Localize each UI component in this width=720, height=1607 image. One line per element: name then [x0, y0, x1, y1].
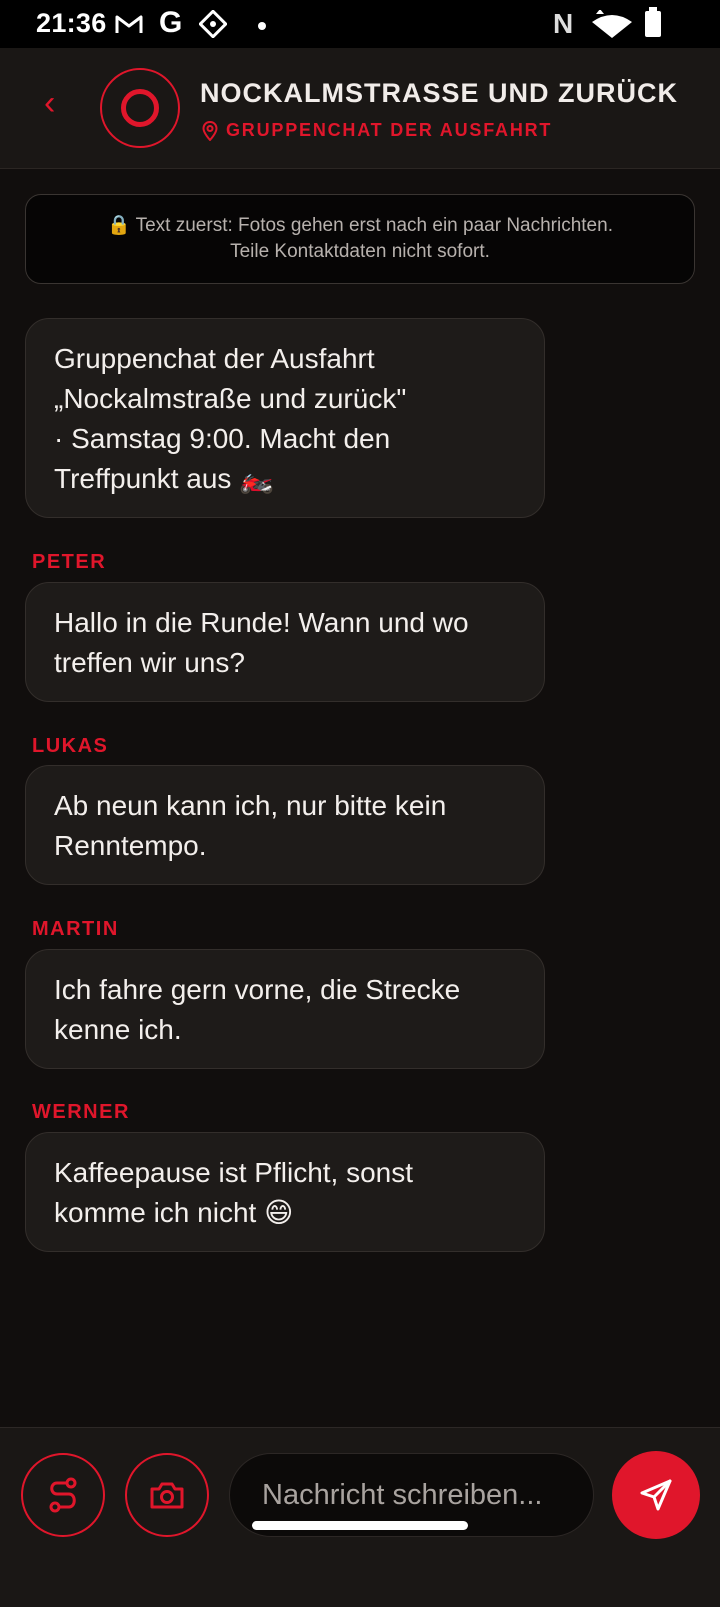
message-bubble[interactable]: Kaffeepause ist Pflicht, sonst komme ich…: [25, 1132, 545, 1252]
battery-icon: [645, 7, 661, 37]
message-line: kenne ich.: [54, 1014, 182, 1045]
group-avatar[interactable]: [100, 68, 180, 148]
message-line: Hallo in die Runde! Wann und wo: [54, 607, 469, 638]
message-sender: LUKAS: [32, 735, 109, 757]
message-line: „Nockalmstraße und zurück": [54, 383, 407, 414]
message-sender: MARTIN: [32, 918, 119, 940]
send-button[interactable]: [612, 1451, 700, 1539]
message-bubble[interactable]: Gruppenchat der Ausfahrt „Nockalmstraße …: [25, 318, 545, 518]
gmail-icon: [115, 15, 143, 33]
message-sender: PETER: [32, 551, 107, 573]
message-line: komme ich nicht 😄: [54, 1197, 294, 1228]
chat-subtitle-text: GRUPPENCHAT DER AUSFAHRT: [226, 120, 553, 140]
composer-bar: Nachricht schreiben...: [0, 1427, 720, 1607]
message-line: Renntempo.: [54, 830, 207, 861]
notice-line-1: 🔒 Text zuerst: Fotos gehen erst nach ein…: [107, 215, 613, 236]
route-icon: [49, 1477, 77, 1513]
chat-subtitle: GRUPPENCHAT DER AUSFAHRT: [202, 120, 552, 141]
notice-line-2: Teile Kontaktdaten nicht sofort.: [230, 241, 490, 262]
location-pin-icon: [202, 120, 218, 141]
message-line: Ich fahre gern vorne, die Strecke: [54, 974, 461, 1005]
message-bubble[interactable]: Ab neun kann ich, nur bitte kein Renntem…: [25, 765, 545, 885]
message-bubble[interactable]: Hallo in die Runde! Wann und wo treffen …: [25, 582, 545, 702]
camera-icon: [150, 1482, 184, 1509]
status-bar: 21:36 G N: [0, 0, 720, 48]
wifi-icon: [592, 10, 632, 38]
send-icon: [640, 1479, 672, 1511]
back-button[interactable]: ‹: [44, 86, 55, 120]
message-sender: WERNER: [32, 1101, 130, 1123]
nfc-icon: N: [553, 8, 574, 39]
message-line: Gruppenchat der Ausfahrt: [54, 343, 375, 374]
camera-button[interactable]: [125, 1453, 209, 1537]
avatar-ring-icon: [121, 89, 159, 127]
route-button[interactable]: [21, 1453, 105, 1537]
home-indicator[interactable]: [252, 1521, 468, 1530]
message-line: Kaffeepause ist Pflicht, sonst: [54, 1157, 414, 1188]
google-icon: G: [159, 6, 183, 39]
app-icon: [199, 10, 227, 38]
message-line: treffen wir uns?: [54, 647, 245, 678]
message-line: Ab neun kann ich, nur bitte kein: [54, 790, 447, 821]
status-time: 21:36: [36, 8, 107, 38]
message-line: Treffpunkt aus 🏍️: [54, 463, 275, 494]
message-bubble[interactable]: Ich fahre gern vorne, die Strecke kenne …: [25, 949, 545, 1069]
notification-dot: [258, 22, 266, 30]
message-line: · Samstag 9:00. Macht den: [54, 423, 391, 454]
chat-header: ‹ NOCKALMSTRASSE UND ZURÜCK GRUPPENCHAT …: [0, 48, 720, 169]
safety-notice: 🔒 Text zuerst: Fotos gehen erst nach ein…: [25, 194, 695, 284]
chat-title: NOCKALMSTRASSE UND ZURÜCK: [200, 78, 678, 108]
